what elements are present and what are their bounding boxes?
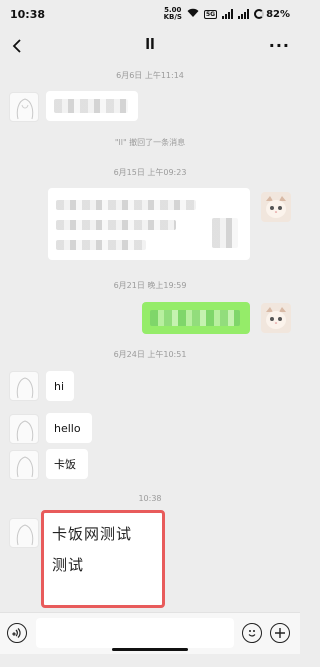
contact-avatar[interactable] <box>9 371 39 401</box>
timestamp: 6月21日 晚上19:59 <box>113 281 187 290</box>
contact-avatar[interactable] <box>9 414 39 444</box>
signal-icon-2 <box>238 9 250 19</box>
message-text: 卡饭 <box>54 458 76 471</box>
input-bar <box>0 612 300 654</box>
voice-icon[interactable] <box>7 623 27 643</box>
home-indicator <box>112 648 188 651</box>
redacted-content <box>54 99 128 113</box>
network-speed: 5.00 KB/S <box>163 6 182 21</box>
timestamp: 6月15日 上午09:23 <box>113 168 187 177</box>
message-text: hello <box>54 421 81 435</box>
message-input[interactable] <box>36 618 234 648</box>
message-bubble[interactable]: hi <box>46 371 74 401</box>
contact-avatar[interactable] <box>9 518 39 548</box>
message-bubble[interactable]: hello <box>46 413 92 443</box>
message-text: 测试 <box>52 556 85 574</box>
chat-title[interactable]: ll <box>0 37 300 53</box>
timestamp: 10:38 <box>138 494 162 503</box>
wifi-icon <box>187 8 199 21</box>
message-text: hi <box>54 379 65 393</box>
contact-avatar[interactable] <box>9 450 39 480</box>
timestamp: 6月6日 上午11:14 <box>116 71 184 80</box>
status-bar: 10:38 5.00 KB/S 5G 82% <box>0 0 300 28</box>
message-bubble[interactable]: 卡饭 <box>46 449 88 479</box>
message-bubble-sent[interactable] <box>142 302 250 334</box>
my-avatar[interactable] <box>261 192 291 222</box>
status-time: 10:38 <box>10 7 46 21</box>
message-text: 卡饭网测试 <box>52 525 133 543</box>
chat-header: ll ··· <box>0 28 300 64</box>
more-icon[interactable]: ··· <box>269 36 290 55</box>
message-bubble-redacted[interactable] <box>46 91 138 121</box>
timestamp: 6月24日 上午10:51 <box>113 350 187 359</box>
recall-notice: "ll" 撤回了一条消息 <box>114 138 186 147</box>
message-bubble-redacted[interactable] <box>48 188 250 260</box>
chat-area[interactable]: 6月6日 上午11:14 "ll" 撤回了一条消息 6月15日 上午09:23 … <box>0 64 300 612</box>
network-badge: 5G <box>203 9 218 19</box>
emoji-icon[interactable] <box>242 623 262 643</box>
plus-icon[interactable] <box>270 623 290 643</box>
battery-indicator: 82% <box>254 9 290 20</box>
contact-avatar[interactable] <box>9 92 39 122</box>
battery-icon <box>254 9 265 19</box>
my-avatar[interactable] <box>261 303 291 333</box>
signal-icon <box>222 9 234 19</box>
status-icons: 5.00 KB/S 5G 82% <box>164 7 290 21</box>
highlighted-message[interactable]: 卡饭网测试 测试 <box>41 510 165 608</box>
